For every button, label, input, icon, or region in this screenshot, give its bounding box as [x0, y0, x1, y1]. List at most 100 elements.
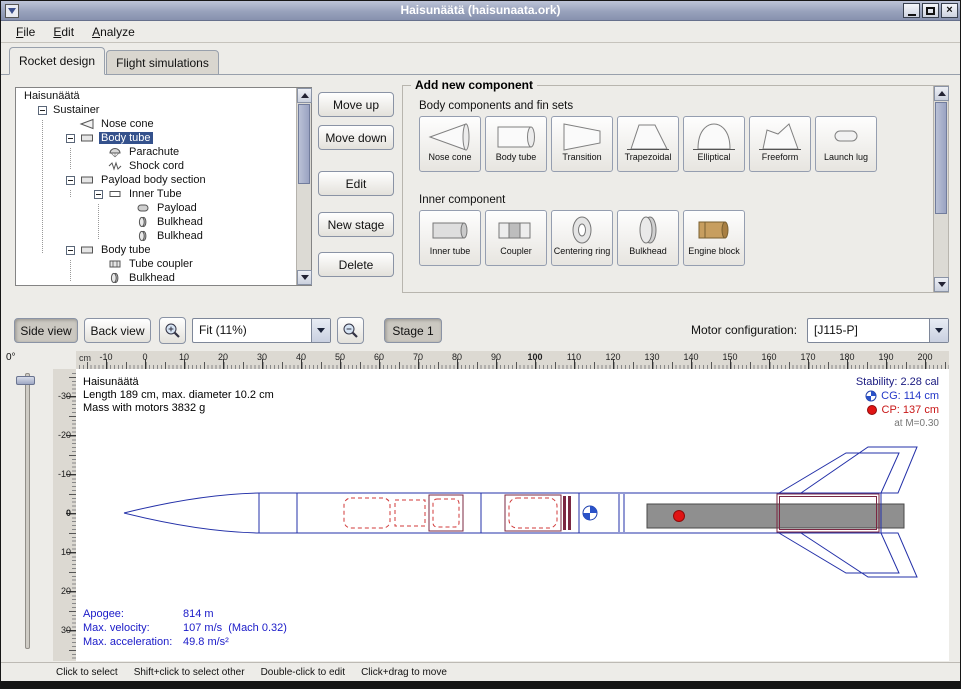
edit-button[interactable]: Edit: [318, 171, 394, 196]
centering-ring-icon: [560, 214, 604, 246]
rotation-slider-thumb[interactable]: [16, 376, 35, 385]
tree-item-sustainer[interactable]: Sustainer: [16, 103, 296, 117]
scroll-down-icon[interactable]: [297, 270, 312, 285]
zoom-level-value: Fit (11%): [193, 319, 311, 342]
add-engine-block-button[interactable]: Engine block: [683, 210, 745, 266]
nose-cone-icon: [79, 118, 95, 130]
add-centering-ring-button[interactable]: Centering ring: [551, 210, 613, 266]
collapse-icon[interactable]: [94, 190, 103, 199]
tree-item-rocket-root[interactable]: Haisunäätä: [16, 89, 296, 103]
bulkhead-icon: [626, 214, 670, 246]
minimize-icon: [908, 14, 916, 16]
minimize-button[interactable]: [903, 3, 920, 18]
add-body-tube-button[interactable]: Body tube: [485, 116, 547, 172]
ruler-tick-label: 110: [567, 352, 581, 362]
scroll-up-icon[interactable]: [297, 88, 312, 103]
move-down-button[interactable]: Move down: [318, 125, 394, 150]
button-label: Transition: [562, 153, 601, 163]
collapse-icon[interactable]: [66, 176, 75, 185]
new-stage-button[interactable]: New stage: [318, 212, 394, 237]
tree-item-bulkhead[interactable]: Bulkhead: [16, 271, 296, 285]
tree-item-payload-body-section[interactable]: Payload body section: [16, 173, 296, 187]
button-label: Coupler: [500, 247, 532, 257]
add-trapezoidal-fin-button[interactable]: Trapezoidal: [617, 116, 679, 172]
menubar: File Edit Analyze: [1, 21, 960, 43]
scrollbar-thumb[interactable]: [935, 102, 947, 214]
transition-icon: [560, 120, 604, 152]
menu-file[interactable]: File: [7, 23, 44, 41]
tab-flight-simulations[interactable]: Flight simulations: [106, 50, 219, 75]
motor-configuration-combo[interactable]: [J115-P]: [807, 318, 949, 343]
engine-block-icon: [692, 214, 736, 246]
add-nose-cone-button[interactable]: Nose cone: [419, 116, 481, 172]
tree-item-body-tube-2[interactable]: Body tube: [16, 243, 296, 257]
collapse-icon[interactable]: [38, 106, 47, 115]
close-button[interactable]: ×: [941, 3, 958, 18]
collapse-icon[interactable]: [66, 246, 75, 255]
stage-1-toggle[interactable]: Stage 1: [384, 318, 442, 343]
delete-button[interactable]: Delete: [318, 252, 394, 277]
apogee-label: Apogee:: [83, 607, 183, 621]
add-launch-lug-button[interactable]: Launch lug: [815, 116, 877, 172]
add-freeform-fin-button[interactable]: Freeform: [749, 116, 811, 172]
magnifier-plus-icon: [164, 322, 181, 339]
tree-rows: Haisunäätä Sustainer Nose cone Body tube…: [16, 89, 296, 285]
tube-coupler-icon: [107, 258, 123, 270]
chevron-down-icon[interactable]: [929, 319, 948, 342]
tree-item-parachute[interactable]: Parachute: [16, 145, 296, 159]
add-transition-button[interactable]: Transition: [551, 116, 613, 172]
side-view-button[interactable]: Side view: [14, 318, 78, 343]
tab-rocket-design[interactable]: Rocket design: [9, 47, 105, 75]
zoom-in-button[interactable]: [159, 317, 186, 344]
zoom-out-button[interactable]: [337, 317, 364, 344]
ruler-tick-label: -10: [99, 352, 112, 362]
tree-item-label: Inner Tube: [127, 188, 184, 200]
scroll-up-icon[interactable]: [934, 86, 949, 101]
titlebar[interactable]: Haisunäätä (haisunaata.ork) ×: [1, 1, 960, 21]
maximize-button[interactable]: [922, 3, 939, 18]
tree-item-bulkhead[interactable]: Bulkhead: [16, 229, 296, 243]
add-coupler-button[interactable]: Coupler: [485, 210, 547, 266]
tree-item-label: Sustainer: [51, 104, 101, 116]
tree-item-bulkhead[interactable]: Bulkhead: [16, 215, 296, 229]
shock-cord-icon: [107, 160, 123, 172]
button-label: Delete: [339, 258, 374, 272]
tree-item-shock-cord[interactable]: Shock cord: [16, 159, 296, 173]
rotation-slider-track[interactable]: [25, 373, 30, 649]
tree-item-tube-coupler[interactable]: Tube coupler: [16, 257, 296, 271]
menu-analyze[interactable]: Analyze: [83, 23, 144, 41]
button-label: Freeform: [762, 153, 799, 163]
collapse-icon[interactable]: [66, 134, 75, 143]
chevron-down-icon[interactable]: [311, 319, 330, 342]
tree-item-body-tube-selected[interactable]: Body tube: [16, 131, 296, 145]
add-bulkhead-button[interactable]: Bulkhead: [617, 210, 679, 266]
ruler-tick-label: 190: [878, 352, 893, 362]
ruler-tick-label: 160: [761, 352, 776, 362]
ruler-unit-label: cm: [79, 353, 91, 363]
nose-cone-icon: [428, 120, 472, 152]
ruler-tick-label: 180: [839, 352, 854, 362]
move-up-button[interactable]: Move up: [318, 92, 394, 117]
tree-item-nose-cone[interactable]: Nose cone: [16, 117, 296, 131]
launch-lug-icon: [824, 120, 868, 152]
menu-edit[interactable]: Edit: [44, 23, 83, 41]
status-hint: Shift+click to select other: [134, 667, 245, 678]
body-tube-icon: [494, 120, 538, 152]
zoom-level-combo[interactable]: Fit (11%): [192, 318, 331, 343]
back-view-button[interactable]: Back view: [84, 318, 151, 343]
tree-item-label: Nose cone: [99, 118, 156, 130]
window-bottom-edge: [1, 681, 960, 688]
tree-item-payload[interactable]: Payload: [16, 201, 296, 215]
component-panel-scrollbar[interactable]: [933, 86, 948, 292]
scrollbar-thumb[interactable]: [298, 104, 310, 184]
status-hint: Click+drag to move: [361, 667, 447, 678]
bulkhead-icon: [135, 230, 151, 242]
add-inner-tube-button[interactable]: Inner tube: [419, 210, 481, 266]
bulkhead-icon: [107, 272, 123, 284]
scroll-down-icon[interactable]: [934, 277, 949, 292]
tree-item-inner-tube[interactable]: Inner Tube: [16, 187, 296, 201]
tree-scrollbar[interactable]: [296, 88, 311, 285]
maximize-icon: [926, 7, 935, 15]
rocket-view-canvas[interactable]: Haisunäätä Length 189 cm, max. diameter …: [76, 369, 949, 661]
add-elliptical-fin-button[interactable]: Elliptical: [683, 116, 745, 172]
